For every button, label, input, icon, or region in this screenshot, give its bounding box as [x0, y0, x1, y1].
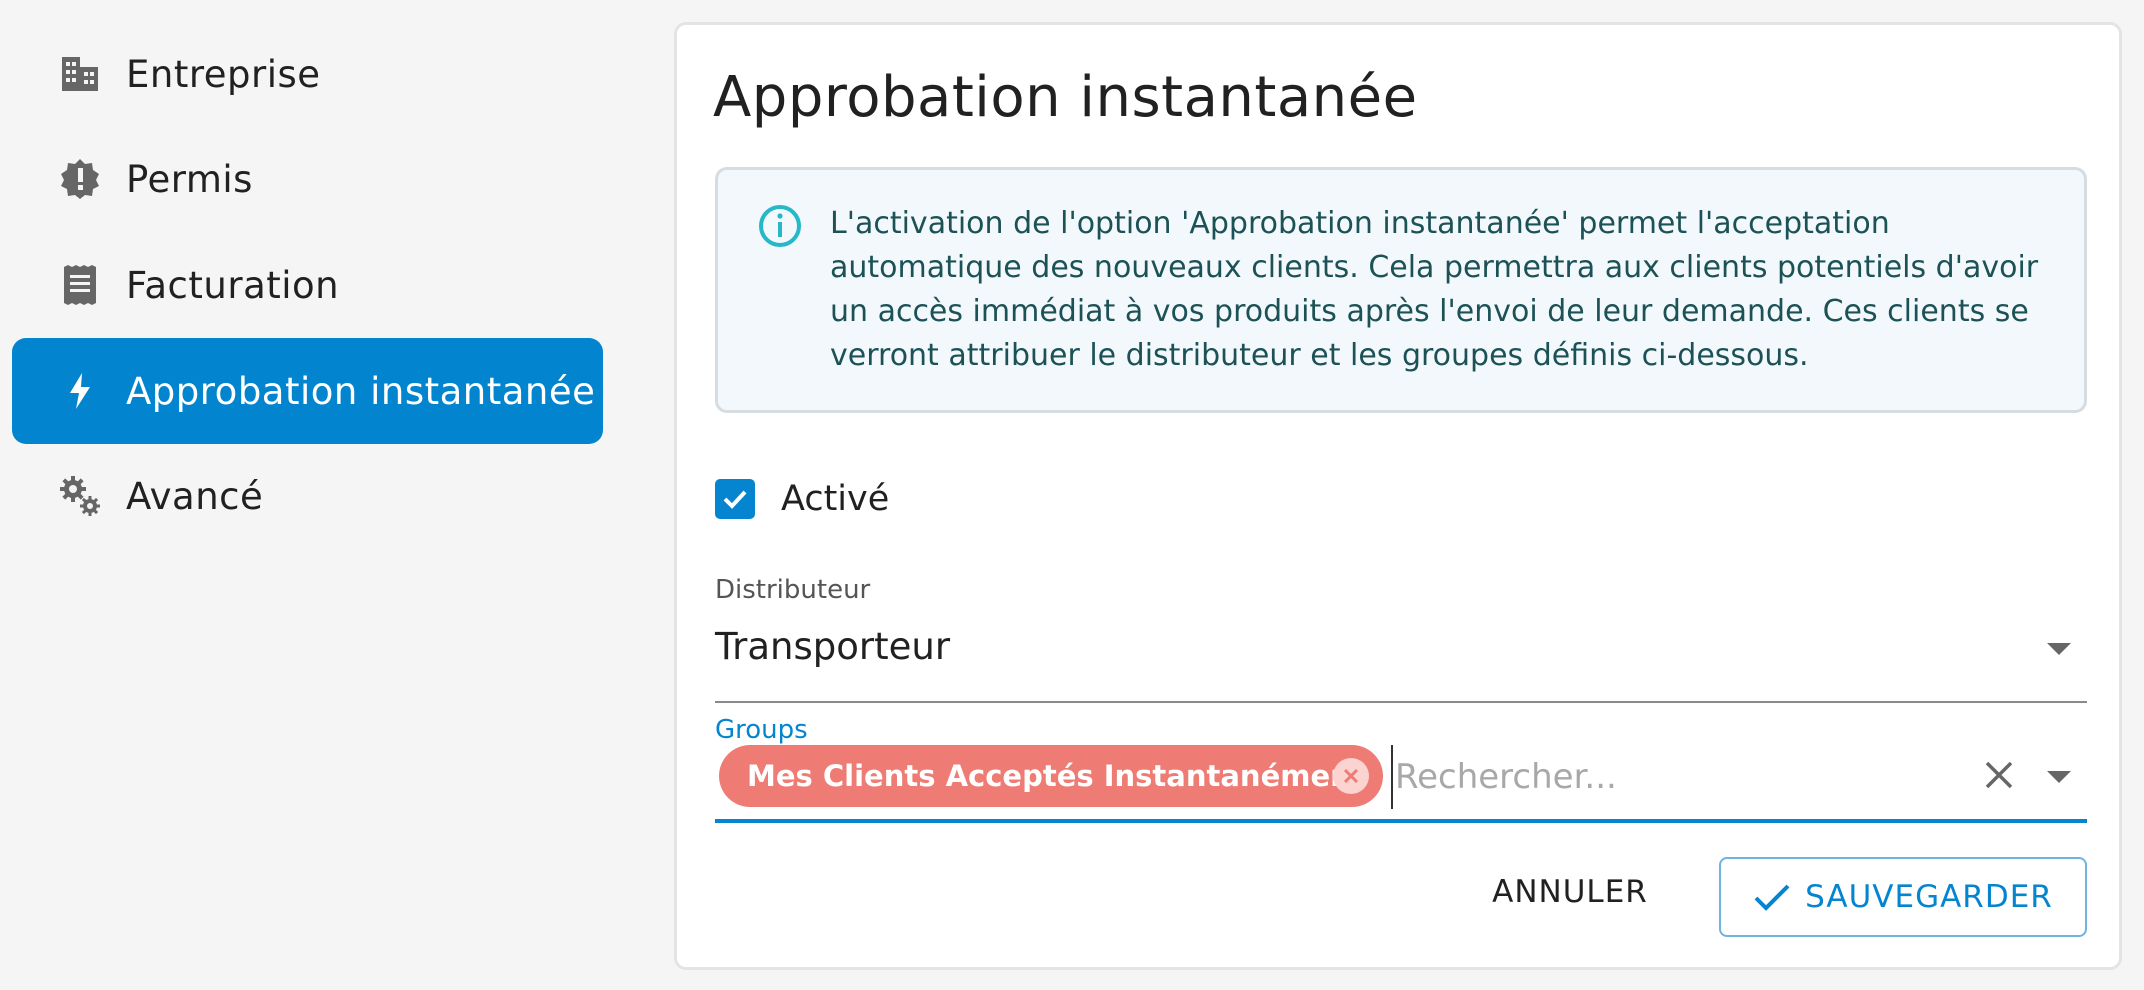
chip-remove-icon[interactable]: [1333, 758, 1369, 794]
chevron-down-icon[interactable]: [2047, 643, 2071, 655]
sidebar-item-label: Avancé: [126, 474, 264, 518]
save-button[interactable]: SAUVEGARDER: [1719, 857, 2087, 937]
sidebar-item-label: Entreprise: [126, 52, 321, 96]
gears-icon: [50, 466, 110, 526]
alert-badge-icon: [50, 149, 110, 209]
sidebar-item-label: Facturation: [126, 263, 340, 307]
settings-card: Approbation instantanée L'activation de …: [674, 22, 2122, 970]
sidebar-item-permis[interactable]: Permis: [12, 126, 603, 232]
distributor-value: Transporteur: [715, 625, 951, 668]
sidebar-item-entreprise[interactable]: Entreprise: [12, 21, 603, 127]
enabled-checkbox[interactable]: [715, 479, 755, 519]
info-alert: L'activation de l'option 'Approbation in…: [715, 167, 2087, 413]
receipt-icon: [50, 255, 110, 315]
sidebar-item-label: Permis: [126, 157, 253, 201]
cancel-button[interactable]: ANNULER: [1481, 859, 1659, 925]
save-button-label: SAUVEGARDER: [1805, 879, 2053, 915]
building-icon: [50, 44, 110, 104]
sidebar-item-facturation[interactable]: Facturation: [12, 232, 603, 338]
chevron-down-icon[interactable]: [2047, 771, 2071, 783]
groups-search-input[interactable]: [1391, 745, 1957, 809]
info-icon: [758, 204, 802, 248]
sidebar-item-avance[interactable]: Avancé: [12, 443, 603, 549]
group-chip: Mes Clients Acceptés Instantanément: [719, 745, 1383, 807]
clear-icon[interactable]: [1981, 757, 2017, 793]
distributor-underline: [715, 701, 2087, 703]
info-text: L'activation de l'option 'Approbation in…: [830, 206, 2039, 373]
groups-label: Groups: [715, 715, 808, 745]
enabled-checkbox-row[interactable]: Activé: [715, 475, 889, 523]
group-chip-label: Mes Clients Acceptés Instantanément: [747, 759, 1365, 793]
page-title: Approbation instantanée: [713, 65, 1418, 130]
sidebar-item-label: Approbation instantanée: [126, 369, 596, 413]
bolt-icon: [50, 361, 110, 421]
distributor-select[interactable]: Distributeur Transporteur: [715, 575, 2087, 705]
sidebar-item-approbation-instantanee[interactable]: Approbation instantanée: [12, 338, 603, 444]
check-icon: [723, 490, 747, 509]
enabled-label: Activé: [781, 479, 890, 519]
distributor-label: Distributeur: [715, 575, 871, 605]
sidebar: Entreprise Permis Facturation Approbatio…: [0, 0, 620, 990]
check-icon: [1754, 884, 1790, 911]
groups-select[interactable]: Groups Mes Clients Acceptés Instantanéme…: [715, 715, 2087, 845]
groups-underline: [715, 819, 2087, 823]
